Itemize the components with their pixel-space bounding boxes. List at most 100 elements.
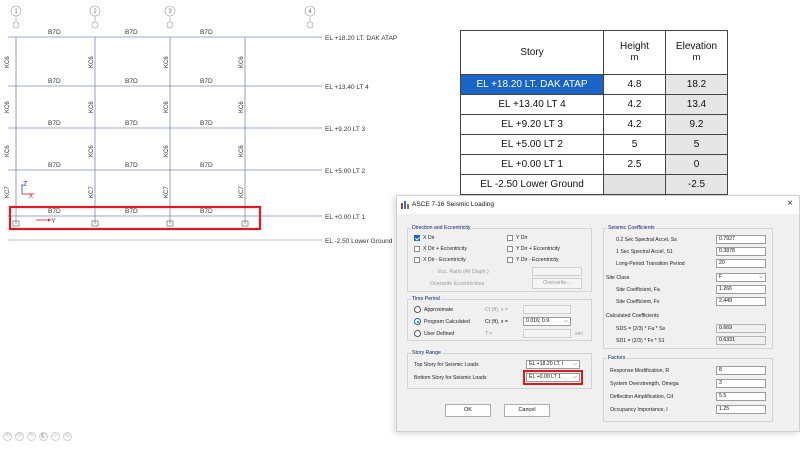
cell-story[interactable]: EL +5.00 LT 2 bbox=[460, 134, 604, 155]
beam-label: B7D bbox=[200, 162, 213, 169]
cell-elevation[interactable]: 9.2 bbox=[665, 114, 728, 135]
zoom-icon[interactable]: ⌕ bbox=[51, 432, 60, 441]
y-dir-plus-checkbox[interactable] bbox=[507, 246, 513, 252]
cell-elevation[interactable]: 18.2 bbox=[665, 74, 728, 95]
header-height[interactable]: Height m bbox=[603, 30, 666, 75]
edit-icon[interactable]: ✎ bbox=[27, 432, 36, 441]
user-defined-radio[interactable] bbox=[414, 330, 421, 337]
y-dir-minus-label: Y Dir - Eccentricity bbox=[516, 257, 559, 263]
x-dir-checkbox[interactable] bbox=[414, 235, 420, 241]
axis-bubble-3: 3 bbox=[164, 5, 176, 29]
t-input[interactable] bbox=[523, 329, 571, 338]
elevation-drawing[interactable]: 1 2 3 4 B7D B7D B7D B7D B7D B7D B7D B7D … bbox=[0, 0, 400, 260]
cell-story[interactable]: EL +18.20 LT. DAK ATAP bbox=[460, 74, 604, 95]
ss-input[interactable]: 0.7927 bbox=[716, 235, 766, 244]
fv-label: Site Coefficient, Fv bbox=[616, 299, 660, 305]
table-row[interactable]: EL +9.20 LT 3 4.2 9.2 bbox=[460, 114, 728, 135]
program-calculated-radio[interactable] bbox=[414, 318, 421, 325]
cell-story[interactable]: EL -2.50 Lower Ground bbox=[460, 174, 604, 195]
column-label: KC6 bbox=[89, 56, 95, 68]
cd-input[interactable]: 5.5 bbox=[716, 392, 766, 401]
cell-elevation[interactable]: 13.4 bbox=[665, 94, 728, 115]
beam-label: B7D bbox=[125, 120, 138, 127]
fv-input[interactable]: 2.449 bbox=[716, 297, 766, 306]
rotate-left-icon[interactable]: ⟲ bbox=[3, 432, 12, 441]
seismic-loading-dialog[interactable]: ASCE 7-16 Seismic Loading × Direction an… bbox=[396, 195, 800, 432]
x-dir-plus-checkbox[interactable] bbox=[414, 246, 420, 252]
column-label: KC6 bbox=[164, 56, 170, 68]
cell-height[interactable]: 4.2 bbox=[603, 114, 666, 135]
fa-input[interactable]: 1.266 bbox=[716, 285, 766, 294]
story-label: EL +0.00 LT 1 bbox=[325, 214, 366, 221]
s1-label: 1 Sec Spectral Accel, S1 bbox=[616, 249, 673, 255]
ok-button[interactable]: OK bbox=[445, 404, 491, 417]
sds-value: 0.669 bbox=[716, 324, 766, 333]
ecc-ratio-input[interactable] bbox=[532, 267, 582, 276]
overwrite-button[interactable]: Overwrite... bbox=[532, 278, 582, 289]
cell-height[interactable]: 4.2 bbox=[603, 94, 666, 115]
dialog-title: ASCE 7-16 Seismic Loading bbox=[412, 201, 495, 208]
y-dir-minus-checkbox[interactable] bbox=[507, 257, 513, 263]
table-row[interactable]: EL +5.00 LT 2 5 5 bbox=[460, 134, 728, 155]
cell-story[interactable]: EL +13.40 LT 4 bbox=[460, 94, 604, 115]
column-label: KC6 bbox=[5, 101, 11, 113]
header-story[interactable]: Story bbox=[460, 30, 604, 75]
cell-height[interactable]: 5 bbox=[603, 134, 666, 155]
story-label: EL +18.20 LT. DAK ATAP bbox=[325, 35, 397, 42]
beam-label: B7D bbox=[48, 78, 61, 85]
x-dir-minus-label: X Dir - Eccentricity bbox=[423, 257, 466, 263]
beam-label: B7D bbox=[125, 78, 138, 85]
y-dir-checkbox[interactable] bbox=[507, 235, 513, 241]
cell-elevation[interactable]: 5 bbox=[665, 134, 728, 155]
direction-group-title: Direction and Eccentricity bbox=[411, 225, 472, 231]
cell-height[interactable]: 2.5 bbox=[603, 154, 666, 175]
x-dir-minus-checkbox[interactable] bbox=[414, 257, 420, 263]
s1-input[interactable]: 0.3878 bbox=[716, 247, 766, 256]
table-crop-edge bbox=[728, 30, 732, 192]
beam-label: B7D bbox=[125, 29, 138, 36]
local-axes-lower-ground: Z X bbox=[21, 181, 34, 200]
tl-input[interactable]: 20 bbox=[716, 259, 766, 268]
cell-story[interactable]: EL +0.00 LT 1 bbox=[460, 154, 604, 175]
cell-elevation[interactable]: -2.5 bbox=[665, 174, 728, 195]
column-label: KC6 bbox=[164, 145, 170, 157]
sd1-label: SD1 = (2/3) * Fv * S1 bbox=[616, 338, 665, 344]
cell-elevation[interactable]: 0 bbox=[665, 154, 728, 175]
direction-group: Direction and Eccentricity X Dir Y Dir X… bbox=[407, 225, 592, 292]
table-row[interactable]: EL -2.50 Lower Ground -2.5 bbox=[460, 174, 728, 195]
rotate-right-icon[interactable]: ⟳ bbox=[15, 432, 24, 441]
table-row[interactable]: EL +0.00 LT 1 2.5 0 bbox=[460, 154, 728, 175]
ie-input[interactable]: 1.25 bbox=[716, 405, 766, 414]
cancel-button[interactable]: Cancel bbox=[504, 404, 550, 417]
cell-height[interactable] bbox=[603, 174, 666, 195]
close-icon[interactable]: × bbox=[784, 198, 796, 210]
top-story-combo[interactable]: EL +18.20 LT. I ⌵ bbox=[526, 360, 580, 369]
column-label: KC6 bbox=[5, 56, 11, 68]
approximate-radio[interactable] bbox=[414, 306, 421, 313]
header-elevation[interactable]: Elevation m bbox=[665, 30, 728, 75]
bottom-story-highlight bbox=[523, 370, 583, 385]
r-input[interactable]: 8 bbox=[716, 366, 766, 375]
beam-label: B7D bbox=[48, 162, 61, 169]
table-row[interactable]: EL +13.40 LT 4 4.2 13.4 bbox=[460, 94, 728, 115]
omega-label: System Overstrength, Omega bbox=[610, 381, 679, 387]
story-label: EL +9.20 LT 3 bbox=[325, 126, 366, 133]
cell-height[interactable]: 4.8 bbox=[603, 74, 666, 95]
axis-label-1: 1 bbox=[14, 9, 18, 15]
dialog-titlebar[interactable]: ASCE 7-16 Seismic Loading × bbox=[397, 196, 799, 214]
axis-y-label: Y bbox=[51, 218, 56, 225]
zoom-out-icon[interactable]: ⊖ bbox=[63, 432, 72, 441]
seismic-coefficients-group: Seismic Coefficients 0.2 Sec Spectral Ac… bbox=[603, 225, 773, 349]
table-row[interactable]: EL +18.20 LT. DAK ATAP 4.8 18.2 bbox=[460, 74, 728, 95]
beam-labels: B7D B7D B7D B7D B7D B7D B7D B7D B7D B7D … bbox=[48, 29, 213, 215]
top-story-label: Top Story for Seismic Loads bbox=[414, 362, 479, 368]
cell-story[interactable]: EL +9.20 LT 3 bbox=[460, 114, 604, 135]
site-class-combo[interactable]: F ⌵ bbox=[716, 273, 766, 282]
crop-icon[interactable]: ◧ bbox=[39, 432, 48, 441]
ct-approx-input[interactable] bbox=[523, 305, 571, 314]
factors-group: Factors Response Modification, R 8 Syste… bbox=[603, 355, 773, 422]
ct-program-combo[interactable]: 0.016; 0.9 ⌵ bbox=[523, 317, 571, 326]
y-dir-plus-label: Y Dir + Eccentricity bbox=[516, 246, 560, 252]
omega-input[interactable]: 3 bbox=[716, 379, 766, 388]
site-class-label: Site Class bbox=[606, 275, 630, 281]
